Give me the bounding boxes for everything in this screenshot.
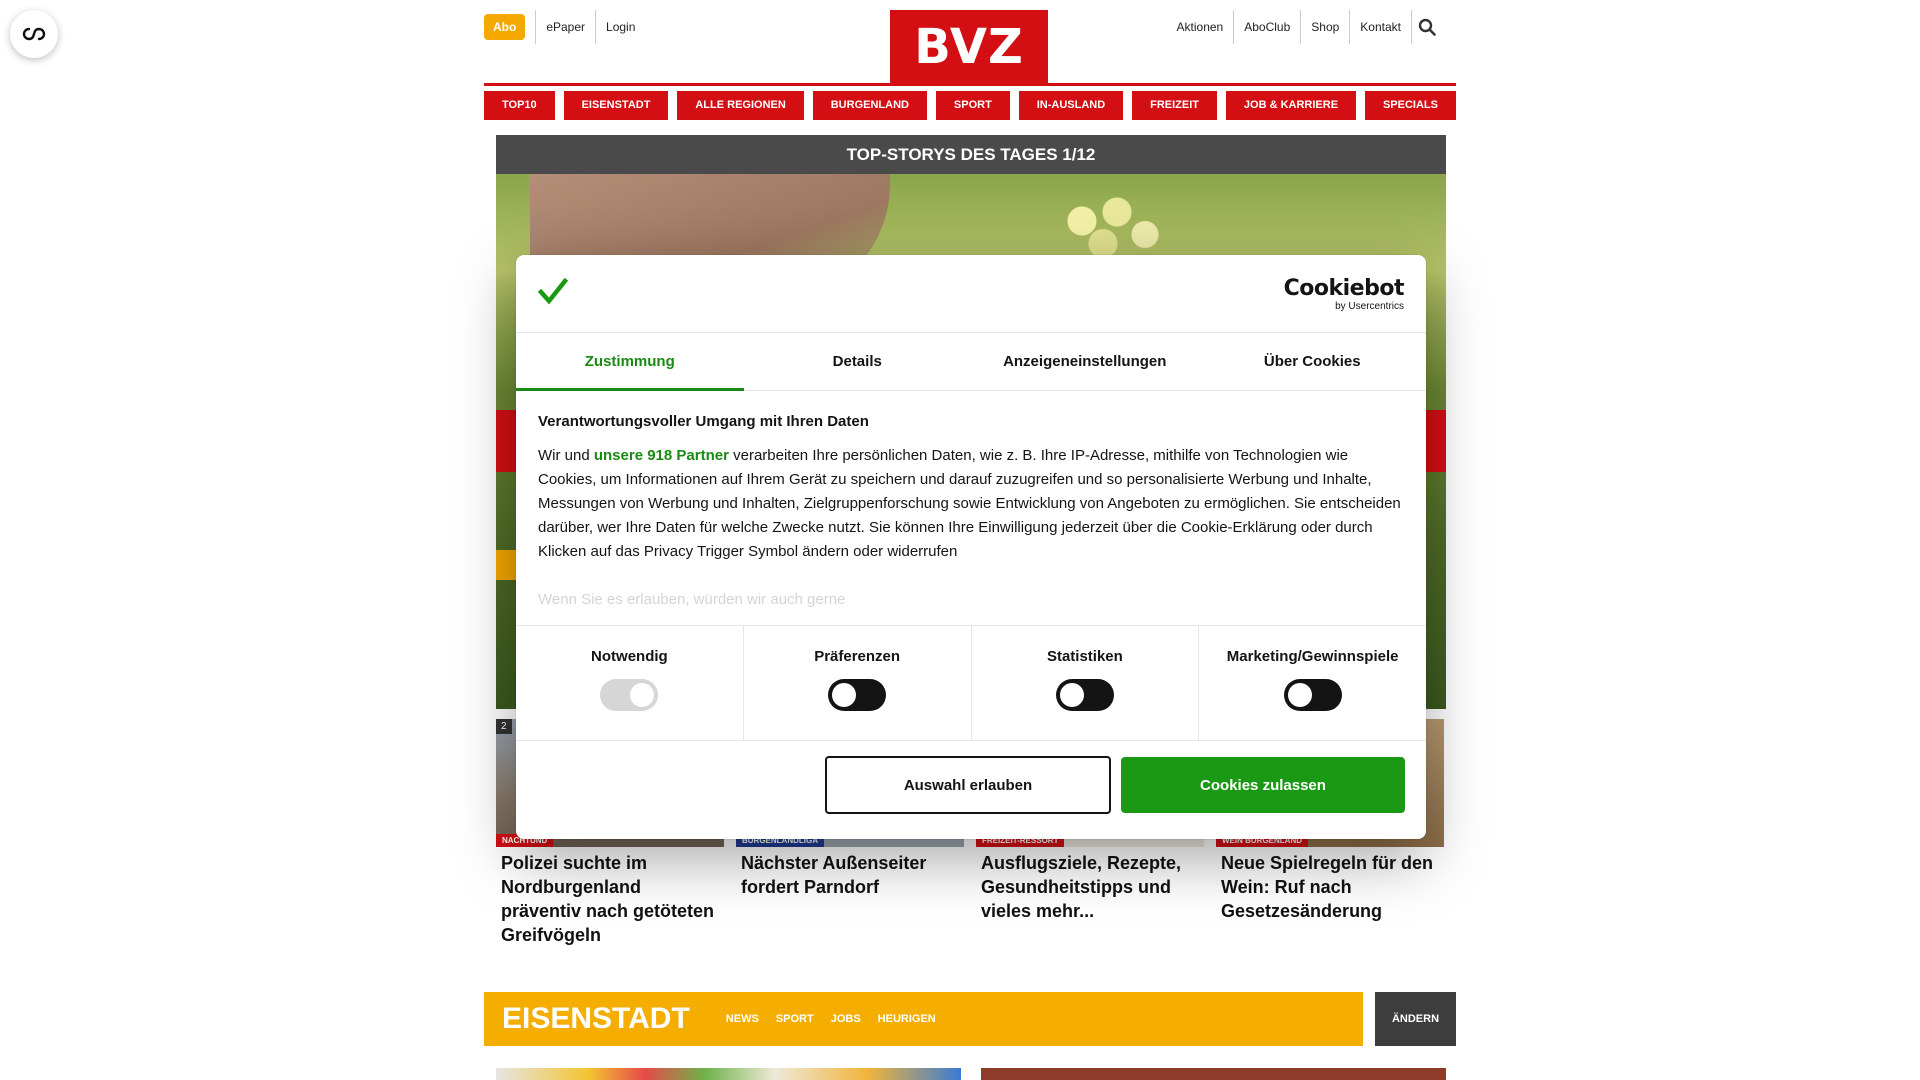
nav-burgenland[interactable]: BURGENLAND — [812, 91, 927, 120]
tab-ueber-cookies[interactable]: Über Cookies — [1199, 333, 1427, 390]
teaser-title[interactable]: Neue Spielregeln für den Wein: Ruf nach … — [1216, 847, 1444, 927]
region-article-image[interactable] — [981, 1068, 1446, 1080]
praeferenzen-switch[interactable] — [828, 679, 887, 711]
login-link[interactable]: Login — [595, 10, 645, 44]
checkmark-icon — [538, 277, 568, 305]
marketing-switch[interactable] — [1283, 679, 1342, 711]
nav-sport[interactable]: SPORT — [935, 91, 1010, 120]
cookiebot-logo-text: Cookiebot — [1283, 276, 1405, 301]
region-title[interactable]: EISENSTADT — [484, 1002, 690, 1036]
main-nav: TOP10 EISENSTADT ALLE REGIONEN BURGENLAN… — [484, 91, 1456, 120]
toggle-label: Notwendig — [591, 648, 668, 665]
kontakt-link[interactable]: Kontakt — [1349, 10, 1411, 44]
toggle-marketing: Marketing/Gewinnspiele — [1198, 626, 1426, 740]
header-divider — [484, 83, 1456, 86]
search-button[interactable] — [1411, 10, 1441, 44]
top-right-nav: Aktionen AboClub Shop Kontakt — [1167, 10, 1441, 44]
privacy-trigger-button[interactable] — [10, 10, 58, 58]
toggle-praeferenzen: Präferenzen — [742, 626, 971, 740]
nav-top10[interactable]: TOP10 — [484, 91, 555, 120]
region-header: EISENSTADT NEWS SPORT JOBS HEURIGEN — [484, 992, 1363, 1046]
teaser-number: 2 — [496, 719, 512, 734]
toggle-label: Präferenzen — [814, 648, 901, 665]
nav-specials[interactable]: SPECIALS — [1364, 91, 1456, 120]
teaser-title[interactable]: Polizei suchte im Nordburgenland prävent… — [496, 847, 724, 951]
toggle-label: Statistiken — [1046, 648, 1123, 665]
cookiebot-logo-subtext: by Usercentrics — [1335, 301, 1404, 312]
dialog-text-part: Wir und — [538, 447, 594, 464]
search-icon — [1418, 18, 1436, 36]
teaser-title[interactable]: Nächster Außenseiter fordert Parndorf — [736, 847, 964, 903]
dialog-heading: Verantwortungsvoller Umgang mit Ihren Da… — [538, 413, 869, 430]
tab-details[interactable]: Details — [744, 333, 972, 390]
teaser-title[interactable]: Ausflugsziele, Rezepte, Gesundheitstipps… — [976, 847, 1204, 927]
region-link-sport[interactable]: SPORT — [776, 1013, 814, 1025]
privacy-trigger-icon — [22, 27, 46, 41]
top-stories-title: TOP-STORYS DES TAGES 1/12 — [496, 135, 1446, 174]
dialog-body: Verantwortungsvoller Umgang mit Ihren Da… — [538, 413, 1404, 613]
dialog-tabs: Zustimmung Details Anzeigeneinstellungen… — [516, 333, 1426, 391]
statistiken-switch[interactable] — [1055, 679, 1114, 711]
region-article-image[interactable] — [496, 1068, 961, 1080]
nav-eisenstadt[interactable]: EISENSTADT — [563, 91, 669, 120]
aboclub-link[interactable]: AboClub — [1233, 10, 1300, 44]
tab-anzeigeneinstellungen[interactable]: Anzeigeneinstellungen — [971, 333, 1199, 390]
toggle-statistiken: Statistiken — [970, 626, 1199, 740]
aktionen-link[interactable]: Aktionen — [1167, 10, 1234, 44]
consent-toggles: Notwendig Präferenzen Statistiken Market… — [516, 625, 1426, 741]
region-link-heurigen[interactable]: HEURIGEN — [878, 1013, 936, 1025]
notwendig-switch — [600, 679, 659, 711]
cookiebot-logo[interactable]: Cookiebot by Usercentrics — [1283, 276, 1405, 313]
epaper-link[interactable]: ePaper — [535, 10, 595, 44]
allow-all-cookies-button[interactable]: Cookies zulassen — [1121, 757, 1405, 813]
top-left-nav: Abo ePaper Login — [484, 10, 645, 44]
shop-link[interactable]: Shop — [1300, 10, 1349, 44]
nav-alle-regionen[interactable]: ALLE REGIONEN — [677, 91, 804, 120]
dialog-text-faded: Wenn Sie es erlauben, würden wir auch ge… — [538, 591, 846, 608]
tab-zustimmung[interactable]: Zustimmung — [516, 333, 744, 391]
partners-link[interactable]: unsere 918 Partner — [594, 447, 729, 464]
toggle-notwendig: Notwendig — [516, 626, 743, 740]
nav-job-karriere[interactable]: JOB & KARRIERE — [1225, 91, 1357, 120]
cookie-consent-dialog: Cookiebot by Usercentrics Zustimmung Det… — [516, 255, 1426, 839]
region-link-news[interactable]: NEWS — [726, 1013, 759, 1025]
nav-in-ausland[interactable]: IN-AUSLAND — [1018, 91, 1124, 120]
change-region-button[interactable]: ÄNDERN — [1375, 992, 1456, 1046]
bvz-logo[interactable]: BVZ — [890, 10, 1048, 84]
dialog-text: Wir und unsere 918 Partner verarbeiten I… — [538, 444, 1404, 564]
allow-selection-button[interactable]: Auswahl erlauben — [825, 756, 1111, 814]
region-link-jobs[interactable]: JOBS — [831, 1013, 861, 1025]
nav-freizeit[interactable]: FREIZEIT — [1132, 91, 1217, 120]
dialog-header: Cookiebot by Usercentrics — [516, 255, 1426, 333]
toggle-label: Marketing/Gewinnspiele — [1226, 648, 1399, 665]
abo-button[interactable]: Abo — [484, 14, 526, 40]
